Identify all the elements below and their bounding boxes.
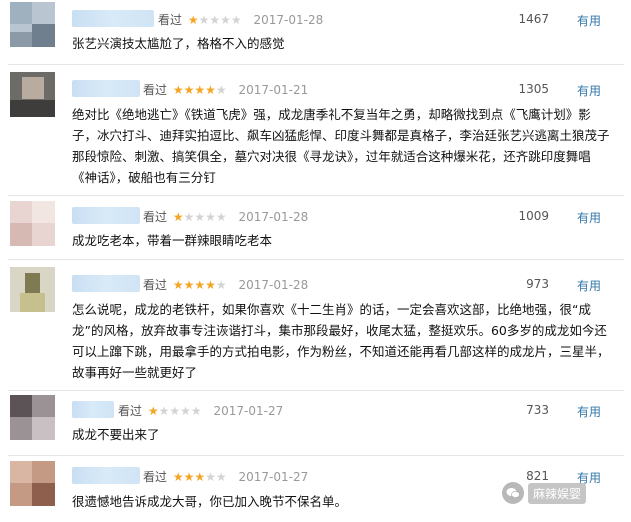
review-item: 看过 ★★★★★ 2017-01-28 1009 有用 成龙吃老本，带着一群辣眼… bbox=[0, 196, 631, 256]
watched-label: 看过 bbox=[143, 210, 168, 224]
watched-label: 看过 bbox=[118, 404, 143, 418]
useful-count: 1305 bbox=[518, 82, 549, 96]
username[interactable] bbox=[72, 207, 140, 224]
star-icon: ★ bbox=[230, 13, 242, 27]
star-icon: ★ bbox=[198, 13, 210, 27]
watched-label: 看过 bbox=[143, 470, 168, 484]
star-icon: ★ bbox=[183, 83, 195, 97]
useful-button[interactable]: 有用 bbox=[577, 209, 601, 226]
wechat-icon bbox=[502, 482, 524, 504]
avatar[interactable] bbox=[10, 267, 55, 312]
star-icon: ★ bbox=[158, 404, 170, 418]
review-text: 张艺兴演技太尴尬了，格格不入的感觉 bbox=[72, 36, 285, 51]
review-text: 成龙不要出来了 bbox=[72, 427, 160, 442]
useful-button[interactable]: 有用 bbox=[577, 403, 601, 420]
username[interactable] bbox=[72, 275, 140, 292]
rating-stars: ★★★★★ bbox=[188, 13, 242, 27]
watermark: 麻辣娱婴 bbox=[502, 480, 587, 506]
useful-count: 1467 bbox=[518, 12, 549, 26]
username[interactable] bbox=[72, 467, 140, 484]
star-icon: ★ bbox=[209, 13, 221, 27]
avatar[interactable] bbox=[10, 201, 55, 246]
watched-label: 看过 bbox=[143, 278, 168, 292]
review-date: 2017-01-21 bbox=[238, 83, 309, 97]
star-icon: ★ bbox=[215, 83, 227, 97]
rating-stars: ★★★★★ bbox=[173, 470, 227, 484]
review-date: 2017-01-28 bbox=[238, 278, 309, 292]
watched-label: 看过 bbox=[158, 13, 183, 27]
star-icon: ★ bbox=[190, 404, 202, 418]
username[interactable] bbox=[72, 80, 140, 97]
review-text: 绝对比《绝地逃亡》《铁道飞虎》强，成龙唐季礼不复当年之勇，却略微找到点《飞鹰计划… bbox=[72, 107, 610, 185]
avatar[interactable] bbox=[10, 461, 55, 506]
star-icon: ★ bbox=[180, 404, 191, 418]
useful-button[interactable]: 有用 bbox=[577, 277, 601, 294]
review-date: 2017-01-27 bbox=[238, 470, 309, 484]
useful-button[interactable]: 有用 bbox=[577, 82, 601, 99]
star-icon: ★ bbox=[205, 83, 216, 97]
review-date: 2017-01-28 bbox=[238, 210, 309, 224]
review-date: 2017-01-27 bbox=[213, 404, 284, 418]
star-icon: ★ bbox=[183, 210, 195, 224]
useful-button[interactable]: 有用 bbox=[577, 12, 601, 29]
star-icon: ★ bbox=[220, 13, 231, 27]
star-icon: ★ bbox=[194, 210, 206, 224]
avatar[interactable] bbox=[10, 2, 55, 47]
review-text: 成龙吃老本，带着一群辣眼睛吃老本 bbox=[72, 233, 273, 248]
review-item: 看过 ★★★★★ 2017-01-28 1467 有用 张艺兴演技太尴尬了，格格… bbox=[0, 0, 631, 64]
star-icon: ★ bbox=[172, 278, 184, 292]
star-icon: ★ bbox=[194, 83, 206, 97]
star-icon: ★ bbox=[172, 470, 184, 484]
rating-stars: ★★★★★ bbox=[148, 404, 202, 418]
star-icon: ★ bbox=[215, 210, 227, 224]
star-icon: ★ bbox=[169, 404, 181, 418]
star-icon: ★ bbox=[187, 13, 199, 27]
star-icon: ★ bbox=[205, 210, 216, 224]
star-icon: ★ bbox=[205, 470, 216, 484]
star-icon: ★ bbox=[172, 83, 184, 97]
review-text: 怎么说呢，成龙的老铁杆，如果你喜欢《十二生肖》的话，一定会喜欢这部，比绝地强，很… bbox=[72, 302, 610, 380]
star-icon: ★ bbox=[194, 470, 206, 484]
rating-stars: ★★★★★ bbox=[173, 210, 227, 224]
username[interactable] bbox=[72, 10, 154, 27]
rating-stars: ★★★★★ bbox=[173, 83, 227, 97]
review-item: 看过 ★★★★★ 2017-01-28 973 有用 怎么说呢，成龙的老铁杆，如… bbox=[0, 260, 631, 390]
watermark-text: 麻辣娱婴 bbox=[528, 482, 587, 504]
review-item: 看过 ★★★★★ 2017-01-27 733 有用 成龙不要出来了 bbox=[0, 391, 631, 455]
avatar[interactable] bbox=[10, 72, 55, 117]
watched-label: 看过 bbox=[143, 83, 168, 97]
review-date: 2017-01-28 bbox=[253, 13, 324, 27]
star-icon: ★ bbox=[215, 470, 227, 484]
useful-count: 733 bbox=[526, 403, 549, 417]
avatar[interactable] bbox=[10, 395, 55, 440]
review-item: 看过 ★★★★★ 2017-01-21 1305 有用 绝对比《绝地逃亡》《铁道… bbox=[0, 65, 631, 195]
username[interactable] bbox=[72, 401, 114, 418]
star-icon: ★ bbox=[172, 210, 184, 224]
star-icon: ★ bbox=[183, 470, 195, 484]
useful-count: 973 bbox=[526, 277, 549, 291]
rating-stars: ★★★★★ bbox=[173, 278, 227, 292]
star-icon: ★ bbox=[205, 278, 216, 292]
useful-count: 1009 bbox=[518, 209, 549, 223]
star-icon: ★ bbox=[194, 278, 206, 292]
star-icon: ★ bbox=[147, 404, 159, 418]
star-icon: ★ bbox=[183, 278, 195, 292]
star-icon: ★ bbox=[215, 278, 227, 292]
